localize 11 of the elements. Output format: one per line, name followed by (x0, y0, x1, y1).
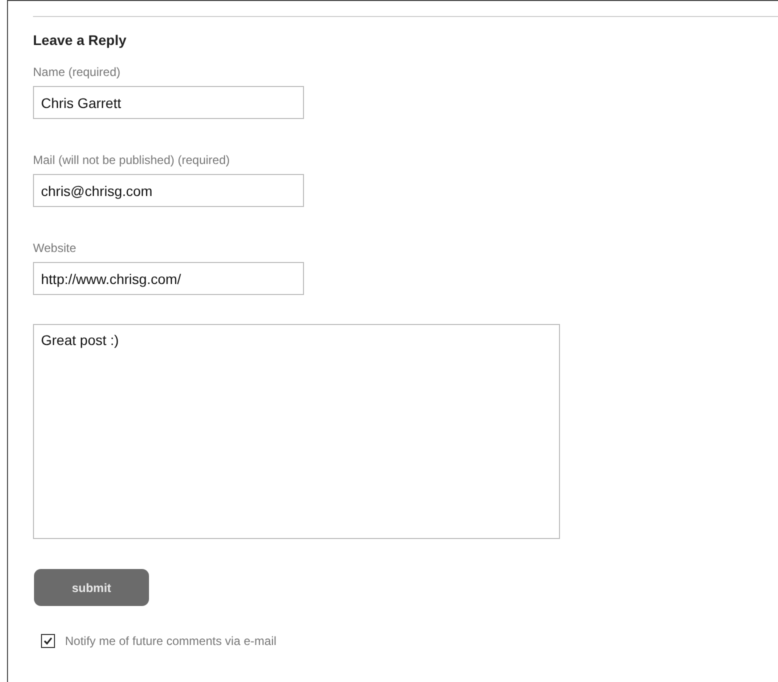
notify-label: Notify me of future comments via e-mail (65, 634, 276, 648)
field-label: Mail (will not be published) (required) (33, 153, 231, 167)
input-field[interactable]: http://www.chrisg.com/ (33, 262, 304, 295)
input-field[interactable]: Chris Garrett (33, 86, 304, 119)
notify-checkbox[interactable] (41, 634, 55, 648)
field-label: Website (33, 241, 78, 255)
field-label: Name (required) (33, 65, 122, 79)
comment-field[interactable]: Great post :) (33, 324, 560, 539)
form-heading: Leave a Reply (33, 31, 128, 49)
submit-button[interactable]: submit (34, 569, 149, 606)
input-field[interactable]: chris@chrisg.com (33, 174, 304, 207)
